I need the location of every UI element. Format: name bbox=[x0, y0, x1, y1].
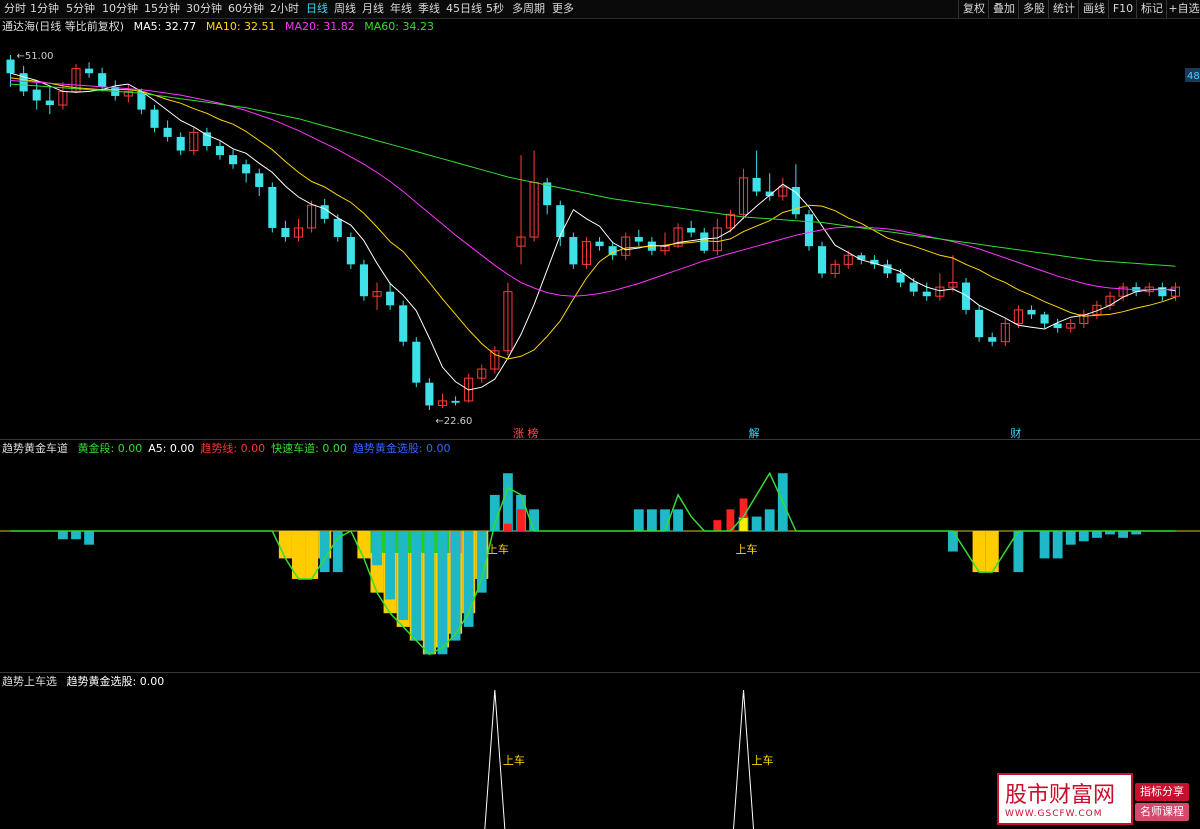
indicator1-bar bbox=[71, 531, 81, 540]
indicator1-bar bbox=[673, 509, 683, 531]
candle-body bbox=[961, 282, 971, 310]
candle-body bbox=[857, 255, 866, 260]
event-marker: 财 bbox=[1010, 426, 1021, 440]
candle-body bbox=[804, 214, 814, 247]
candle-body bbox=[896, 273, 905, 283]
indicator1-bar bbox=[764, 509, 775, 531]
candle-body bbox=[202, 132, 211, 147]
candle-body bbox=[45, 100, 54, 106]
candle-body bbox=[386, 291, 395, 306]
candle-body bbox=[98, 73, 107, 87]
indicator1-bar bbox=[1118, 531, 1129, 538]
indicator1-bar bbox=[633, 509, 644, 531]
indicator1-bar bbox=[1065, 531, 1076, 545]
indicator1-bar bbox=[1052, 531, 1063, 559]
candle-body bbox=[281, 227, 290, 238]
candle-body bbox=[228, 155, 238, 165]
watermark-logo: 股市财富网 WWW.GSCFW.COM bbox=[997, 773, 1133, 825]
indicator1-bar bbox=[411, 531, 422, 641]
signal-label: 上车 bbox=[736, 542, 758, 556]
candle-body bbox=[6, 59, 15, 74]
indicator1-bar bbox=[57, 531, 68, 540]
indicator1-bar bbox=[84, 531, 94, 545]
candle-body bbox=[634, 237, 643, 242]
watermark-title: 股市财富网 bbox=[1005, 783, 1116, 808]
candle-body bbox=[176, 136, 185, 151]
candle-body bbox=[988, 337, 997, 342]
candle-body bbox=[883, 264, 892, 274]
candle-body bbox=[451, 400, 460, 403]
candle-body bbox=[975, 309, 984, 338]
indicator1-bar bbox=[450, 531, 461, 641]
candle-body bbox=[922, 291, 931, 297]
chart-canvas: ←51.00←22.6048涨 榜解财上车 上车上车 上车 bbox=[0, 51, 1200, 829]
indicator1-bar bbox=[372, 531, 382, 566]
signal-label: 上车 bbox=[752, 753, 774, 767]
ma-line-ma20 bbox=[10, 80, 1176, 297]
indicator1-bar bbox=[437, 531, 448, 655]
candle-body bbox=[255, 173, 264, 187]
ma-line-ma5 bbox=[10, 72, 1176, 391]
candle-body bbox=[359, 264, 369, 297]
candle-body bbox=[85, 68, 94, 74]
indicator1-bar bbox=[1078, 531, 1089, 542]
price-axis-label: 48 bbox=[1187, 71, 1200, 82]
candle-body bbox=[346, 237, 355, 265]
trend-fill bbox=[278, 531, 292, 559]
indicator1-bar bbox=[751, 516, 762, 531]
trend-line bbox=[10, 471, 1176, 656]
indicator1-bar bbox=[319, 531, 330, 573]
candle-body bbox=[320, 205, 329, 219]
candle-body bbox=[242, 164, 251, 174]
candle-body bbox=[752, 177, 761, 192]
candle-body bbox=[150, 109, 159, 128]
candle-body bbox=[595, 241, 604, 247]
indicator1-bar bbox=[1092, 531, 1102, 538]
indicator1-bar bbox=[503, 473, 513, 531]
candle-body bbox=[215, 146, 225, 156]
ma-line-ma60 bbox=[10, 83, 1176, 267]
candle-body bbox=[412, 341, 421, 383]
indicator1-bar bbox=[646, 509, 657, 531]
event-marker: 解 bbox=[749, 426, 760, 440]
low-price-label: ←22.60 bbox=[435, 416, 472, 427]
candle-body bbox=[333, 218, 342, 238]
signal-bar bbox=[503, 523, 512, 531]
candle-body bbox=[569, 237, 578, 265]
candle-body bbox=[687, 227, 696, 233]
signal-spike bbox=[484, 689, 506, 829]
candle-body bbox=[909, 282, 918, 292]
candle-body bbox=[700, 232, 709, 251]
indicator1-bar bbox=[398, 531, 409, 621]
candle-body bbox=[137, 91, 146, 110]
indicator1-bar bbox=[948, 531, 958, 552]
indicator1-bar bbox=[424, 531, 435, 655]
watermark-tag: 指标分享 bbox=[1135, 783, 1189, 801]
candle-body bbox=[399, 305, 408, 342]
high-price-label: ←51.00 bbox=[17, 51, 54, 62]
signal-bar bbox=[713, 520, 722, 531]
indicator1-bar bbox=[385, 531, 396, 600]
candle-body bbox=[1027, 309, 1036, 315]
candle-body bbox=[1040, 314, 1049, 324]
candle-body bbox=[268, 186, 277, 228]
signal-label: 上车 bbox=[487, 542, 509, 556]
signal-label: 上车 bbox=[503, 753, 525, 767]
ma-line-ma10 bbox=[10, 77, 1176, 360]
candle-body bbox=[556, 205, 565, 238]
signal-spike bbox=[733, 689, 755, 829]
candle-body bbox=[163, 127, 172, 137]
candle-body bbox=[425, 382, 434, 406]
trend-fill bbox=[357, 531, 371, 559]
candle-body bbox=[817, 246, 827, 274]
candle-body bbox=[32, 89, 41, 101]
event-marker: 涨 榜 bbox=[513, 426, 539, 440]
indicator1-bar bbox=[1039, 531, 1050, 559]
watermark-url: WWW.GSCFW.COM bbox=[1005, 809, 1103, 819]
watermark-tag: 名师课程 bbox=[1135, 803, 1189, 821]
signal-bar bbox=[517, 509, 525, 531]
